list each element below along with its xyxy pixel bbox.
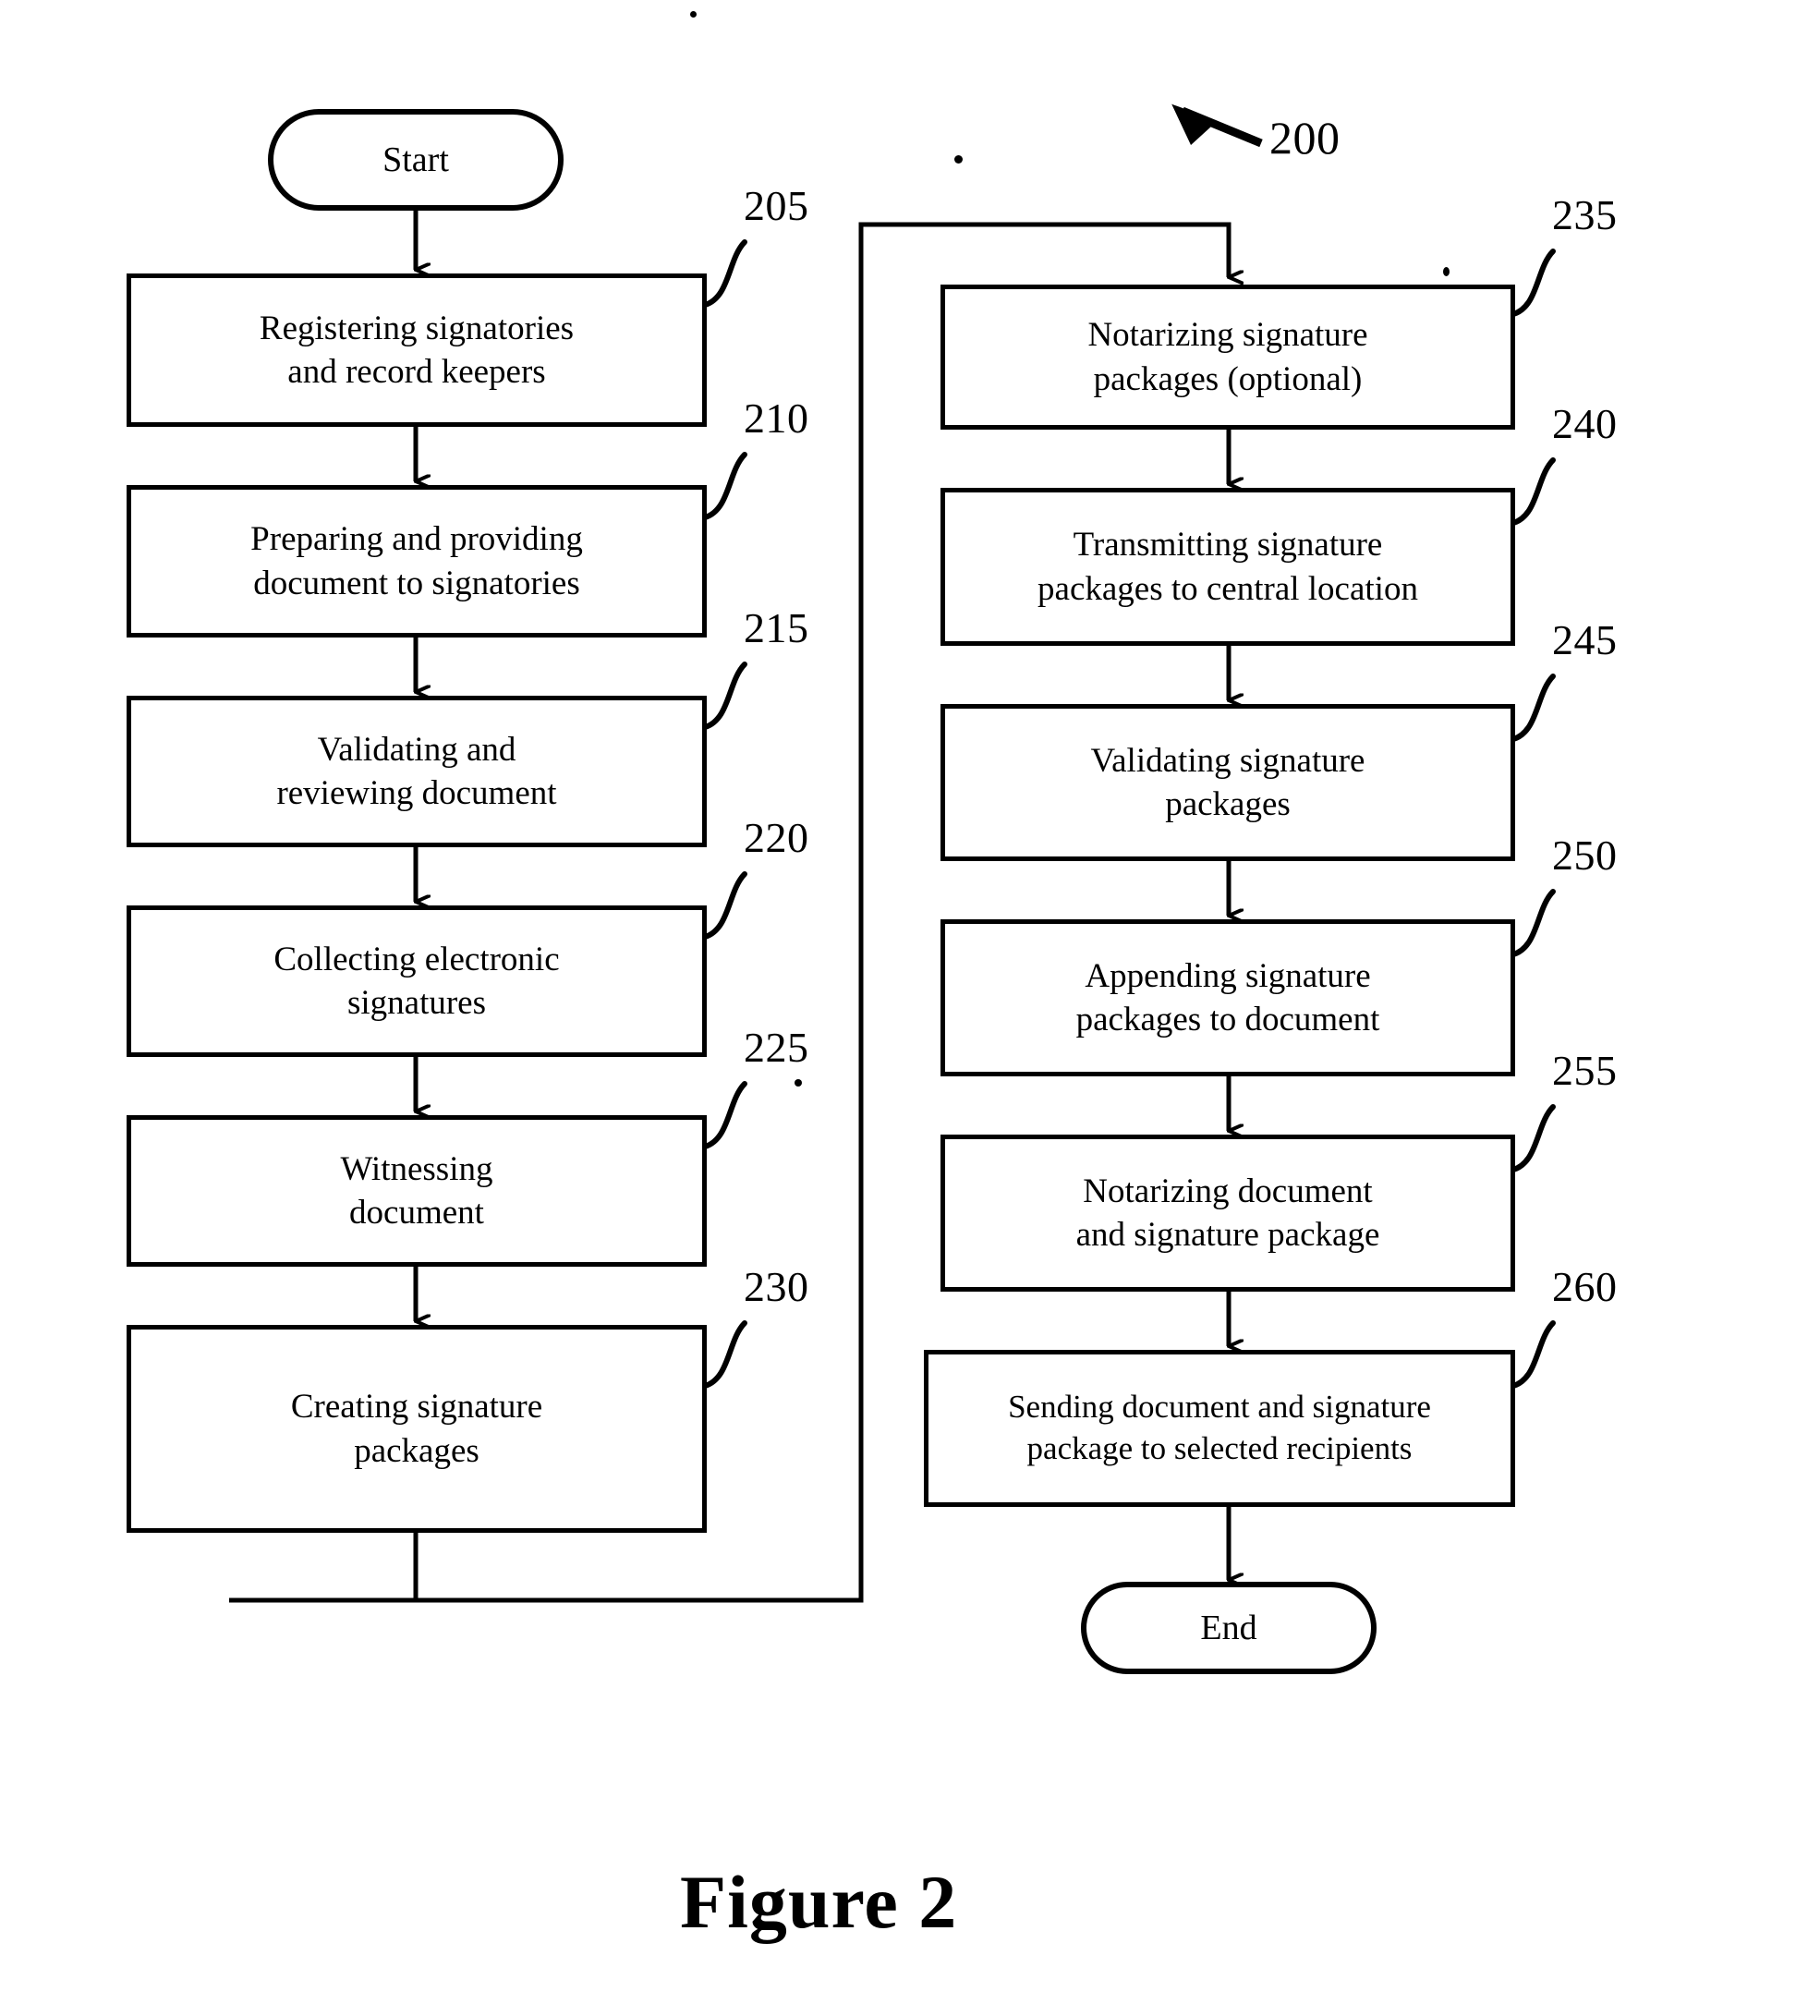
reference-numeral-210: 210 (744, 395, 809, 442)
reference-numeral-200: 200 (1269, 112, 1341, 164)
reference-numeral-225: 225 (744, 1024, 809, 1071)
reference-numeral-215: 215 (744, 604, 809, 651)
process-box-260: Sending document and signature package t… (924, 1350, 1515, 1507)
reference-numeral-260: 260 (1552, 1263, 1618, 1310)
patent-figure-2: Start End Registering signatories and re… (0, 0, 1820, 2016)
figure-caption: Figure 2 (680, 1860, 958, 1944)
reference-numeral-230: 230 (744, 1263, 809, 1310)
process-box-255: Notarizing document and signature packag… (940, 1135, 1515, 1292)
process-box-230: Creating signature packages (127, 1325, 707, 1533)
process-box-215: Validating and reviewing document (127, 696, 707, 847)
scan-speck (690, 11, 697, 18)
process-box-230-label: Creating signature packages (290, 1388, 543, 1470)
scan-speck (795, 1079, 802, 1087)
scan-speck (1443, 267, 1450, 276)
reference-numeral-250: 250 (1552, 832, 1618, 879)
terminator-end: End (1081, 1582, 1377, 1674)
process-box-210-label: Preparing and providing document to sign… (250, 520, 583, 602)
reference-lead-lines-right (1511, 249, 1556, 1389)
process-box-220-label: Collecting electronic signatures (273, 940, 560, 1022)
process-box-220: Collecting electronic signatures (127, 905, 707, 1057)
process-box-235-label: Notarizing signature packages (optional) (1087, 316, 1368, 398)
terminator-end-label: End (1200, 1608, 1257, 1647)
reference-numeral-240: 240 (1552, 400, 1618, 447)
process-box-250: Appending signature packages to document (940, 919, 1515, 1076)
process-box-245-label: Validating signature packages (1090, 741, 1365, 823)
process-box-260-label: Sending document and signature package t… (1008, 1389, 1431, 1466)
terminator-start-label: Start (382, 140, 449, 179)
reference-numeral-205: 205 (744, 182, 809, 229)
process-box-240: Transmitting signature packages to centr… (940, 488, 1515, 646)
reference-numeral-220: 220 (744, 814, 809, 861)
process-box-235: Notarizing signature packages (optional) (940, 285, 1515, 430)
process-box-240-label: Transmitting signature packages to centr… (1037, 526, 1418, 608)
diagram-ref-arrow (1171, 103, 1263, 148)
reference-numeral-255: 255 (1552, 1047, 1618, 1094)
terminator-start: Start (268, 109, 564, 211)
process-box-225-label: Witnessing document (340, 1149, 493, 1232)
process-box-255-label: Notarizing document and signature packag… (1075, 1172, 1380, 1254)
process-box-205-label: Registering signatories and record keepe… (259, 309, 575, 391)
process-box-250-label: Appending signature packages to document (1075, 956, 1380, 1038)
process-box-225: Witnessing document (127, 1115, 707, 1267)
process-box-205: Registering signatories and record keepe… (127, 273, 707, 427)
reference-numeral-245: 245 (1552, 616, 1618, 663)
process-box-245: Validating signature packages (940, 704, 1515, 861)
process-box-215-label: Validating and reviewing document (276, 730, 557, 812)
process-box-210: Preparing and providing document to sign… (127, 485, 707, 638)
scan-speck (954, 155, 963, 164)
reference-numeral-235: 235 (1552, 191, 1618, 238)
reference-lead-lines-left (702, 239, 747, 1389)
